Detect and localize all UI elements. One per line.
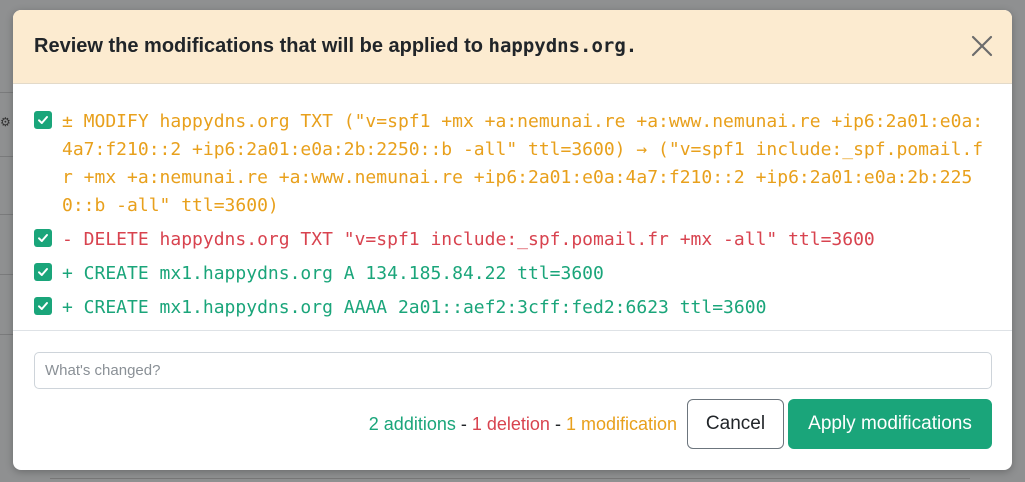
modifications-count: 1 modification bbox=[565, 413, 677, 434]
changes-list: ± MODIFY happydns.org TXT ("v=spf1 +mx +… bbox=[13, 84, 1012, 331]
modal-title: Review the modifications that will be ap… bbox=[34, 35, 637, 58]
change-item-delete: - DELETE happydns.org TXT "v=spf1 includ… bbox=[34, 226, 992, 254]
background-divider bbox=[50, 478, 970, 482]
close-icon bbox=[971, 35, 993, 57]
change-checkbox[interactable] bbox=[34, 263, 52, 281]
modal-title-text: Review the modifications that will be ap… bbox=[34, 35, 489, 57]
change-item-modify: ± MODIFY happydns.org TXT ("v=spf1 +mx +… bbox=[34, 108, 992, 220]
summary-separator: - bbox=[455, 413, 472, 434]
cancel-button[interactable]: Cancel bbox=[687, 399, 784, 449]
commit-message-input[interactable] bbox=[34, 352, 992, 389]
change-checkbox[interactable] bbox=[34, 297, 52, 315]
change-item-create: + CREATE mx1.happydns.org AAAA 2a01::aef… bbox=[34, 294, 992, 322]
change-checkbox[interactable] bbox=[34, 229, 52, 247]
summary-separator: - bbox=[549, 413, 566, 434]
change-text: + CREATE mx1.happydns.org A 134.185.84.2… bbox=[62, 263, 604, 284]
change-checkbox[interactable] bbox=[34, 111, 52, 129]
change-text: ± MODIFY happydns.org TXT ("v=spf1 +mx +… bbox=[62, 111, 984, 216]
modal-footer: 2 additions - 1 deletion - 1 modificatio… bbox=[13, 331, 1012, 449]
check-icon bbox=[38, 268, 48, 276]
changes-summary: 2 additions - 1 deletion - 1 modificatio… bbox=[369, 414, 677, 435]
modal-title-domain: happydns.org. bbox=[488, 35, 638, 57]
close-button[interactable] bbox=[970, 34, 994, 58]
footer-actions: 2 additions - 1 deletion - 1 modificatio… bbox=[34, 399, 992, 449]
change-text: + CREATE mx1.happydns.org AAAA 2a01::aef… bbox=[62, 297, 767, 318]
check-icon bbox=[38, 116, 48, 124]
review-modal: Review the modifications that will be ap… bbox=[13, 10, 1012, 470]
additions-count: 2 additions bbox=[368, 413, 456, 434]
apply-modifications-button[interactable]: Apply modifications bbox=[788, 399, 992, 449]
deletions-count: 1 deletion bbox=[471, 413, 550, 434]
check-icon bbox=[38, 302, 48, 310]
change-item-create: + CREATE mx1.happydns.org A 134.185.84.2… bbox=[34, 260, 992, 288]
background-gear-icon: ⚙ bbox=[0, 115, 10, 129]
change-text: - DELETE happydns.org TXT "v=spf1 includ… bbox=[62, 229, 875, 250]
modal-header: Review the modifications that will be ap… bbox=[13, 10, 1012, 84]
check-icon bbox=[38, 234, 48, 242]
